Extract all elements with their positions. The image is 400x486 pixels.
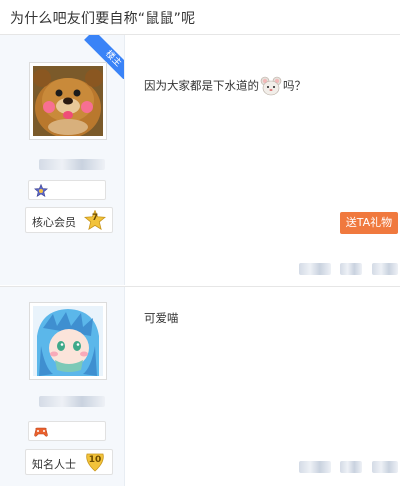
member-level[interactable]: 核心会员 7 bbox=[25, 207, 113, 233]
level-name: 核心会员 bbox=[32, 216, 76, 229]
post-text: 可爱喵 bbox=[144, 311, 179, 325]
post-content: 可爱喵 bbox=[144, 310, 179, 326]
bear-avatar-icon bbox=[33, 66, 103, 136]
author-avatar[interactable] bbox=[29, 62, 107, 140]
post-meta bbox=[372, 461, 398, 473]
fan-badge[interactable] bbox=[28, 421, 106, 441]
post-floor-1: 楼主 核心会员 7 因为大家都是下水道的 吗？ 送TA礼物 bbox=[0, 35, 400, 285]
gamepad-badge-icon bbox=[34, 427, 48, 437]
post-meta bbox=[372, 263, 398, 275]
send-gift-button[interactable]: 送TA礼物 bbox=[340, 212, 398, 234]
post-text: 吗？ bbox=[283, 78, 306, 93]
member-level[interactable]: 知名人士 10 bbox=[25, 449, 113, 475]
level-name: 知名人士 bbox=[32, 458, 76, 471]
level-icon: 7 bbox=[84, 210, 106, 230]
mouse-emoji-icon bbox=[260, 75, 282, 97]
author-avatar[interactable] bbox=[29, 302, 107, 380]
thread-title: 为什么吧友们要自称“鼠鼠”呢 bbox=[10, 11, 196, 27]
divider bbox=[124, 35, 125, 285]
level-number: 10 bbox=[88, 455, 102, 465]
star-badge-icon bbox=[34, 184, 48, 197]
post-content: 因为大家都是下水道的 吗？ bbox=[144, 75, 306, 97]
post-text: 因为大家都是下水道的 bbox=[144, 78, 259, 93]
fan-badge[interactable] bbox=[28, 180, 106, 200]
post-floor-2: 知名人士 10 可爱喵 bbox=[0, 287, 400, 486]
username[interactable] bbox=[39, 396, 105, 407]
anime-avatar-icon bbox=[33, 306, 103, 376]
post-meta bbox=[299, 263, 331, 275]
post-meta bbox=[340, 461, 362, 473]
username[interactable] bbox=[39, 159, 105, 170]
level-icon: 10 bbox=[84, 452, 106, 472]
level-number: 7 bbox=[91, 213, 99, 223]
post-meta bbox=[299, 461, 331, 473]
post-meta bbox=[340, 263, 362, 275]
divider bbox=[124, 287, 125, 486]
